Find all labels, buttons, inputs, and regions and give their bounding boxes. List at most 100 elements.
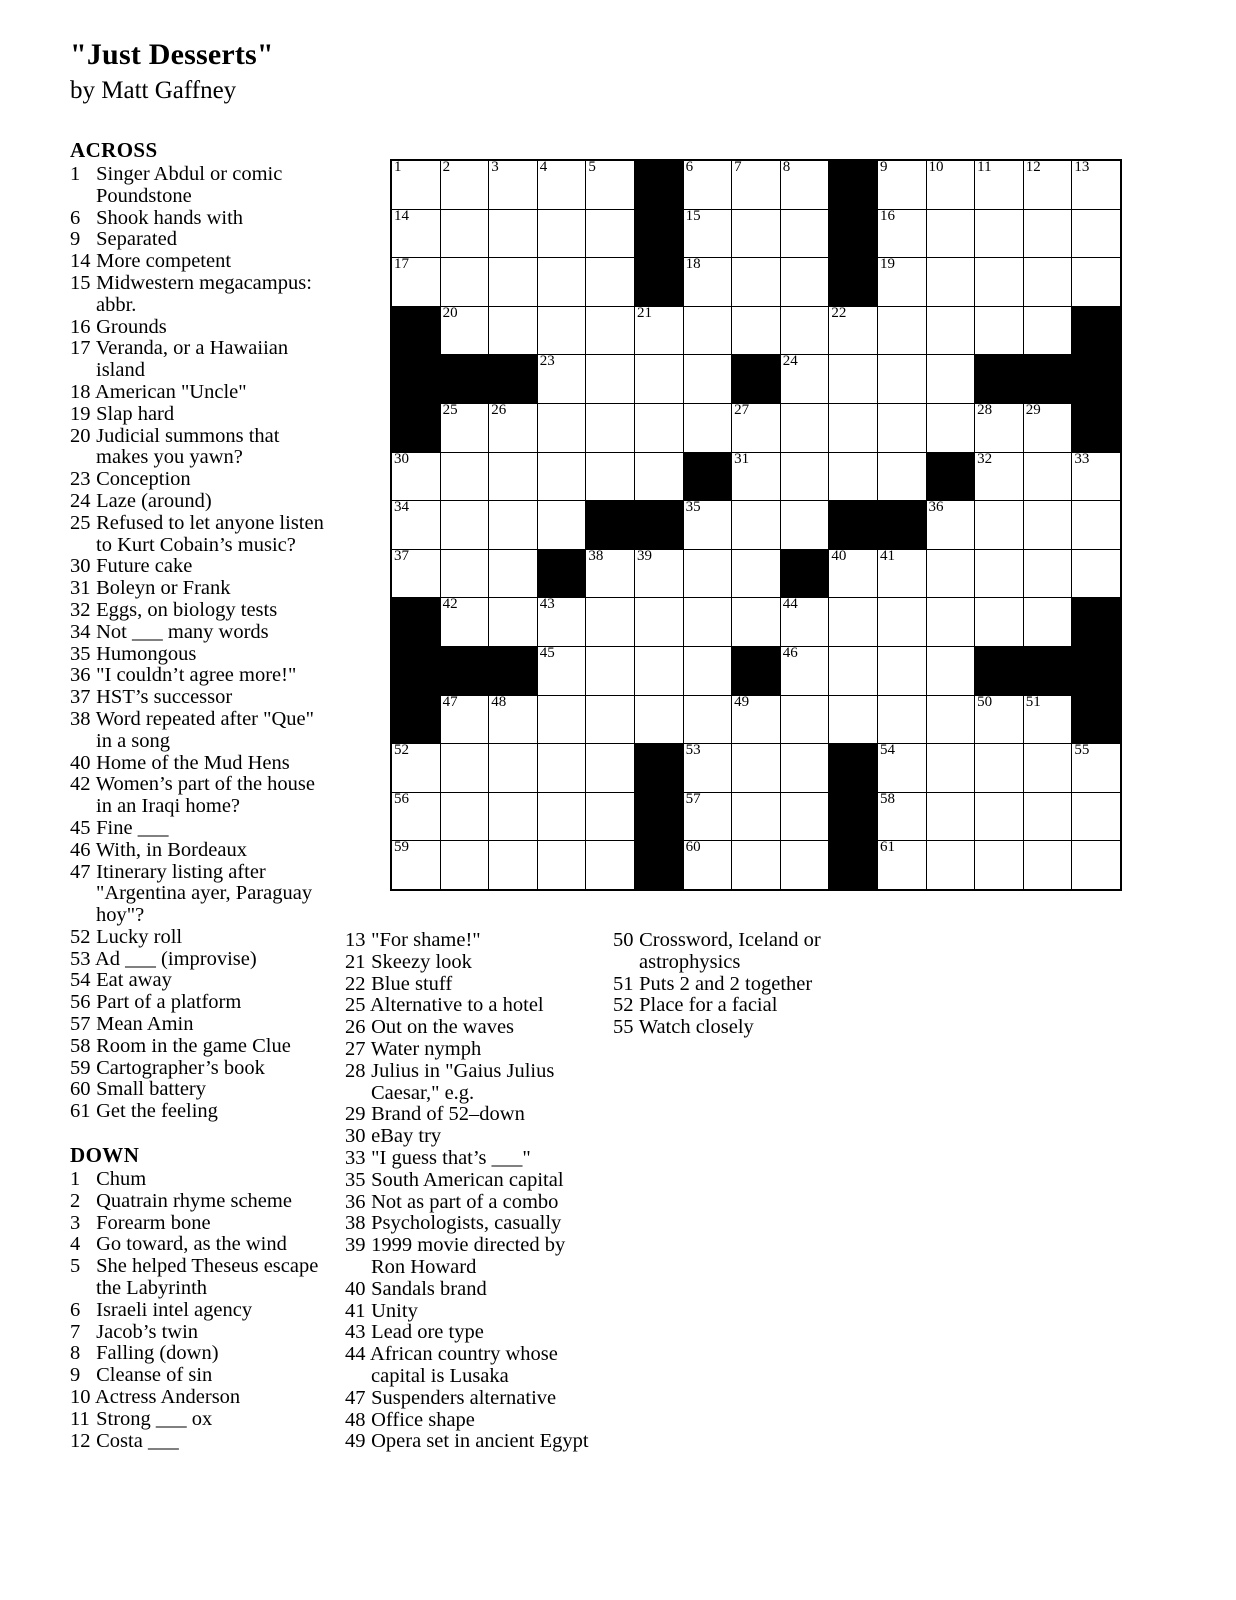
- grid-cell[interactable]: [439, 743, 490, 793]
- grid-cell[interactable]: [439, 791, 490, 842]
- grid-cell[interactable]: 56: [390, 791, 441, 842]
- grid-cell[interactable]: 55: [1071, 742, 1122, 793]
- grid-cell[interactable]: [1022, 840, 1073, 891]
- grid-cell[interactable]: 35: [682, 499, 733, 550]
- grid-cell[interactable]: [633, 451, 684, 502]
- grid-cell[interactable]: [1071, 840, 1122, 891]
- grid-cell[interactable]: [585, 694, 635, 745]
- grid-cell[interactable]: 60: [682, 839, 733, 891]
- grid-cell[interactable]: 2: [439, 159, 490, 210]
- grid-cell[interactable]: 8: [779, 159, 830, 210]
- grid-cell[interactable]: [439, 500, 490, 550]
- grid-cell[interactable]: 17: [390, 256, 441, 307]
- grid-cell[interactable]: 52: [390, 742, 441, 793]
- grid-cell[interactable]: 44: [779, 596, 830, 647]
- grid-cell[interactable]: 13: [1071, 159, 1122, 210]
- grid-cell[interactable]: 48: [488, 694, 538, 745]
- grid-cell[interactable]: 46: [779, 645, 830, 696]
- grid-cell[interactable]: [1022, 548, 1073, 599]
- crossword-grid[interactable]: 1 2 3 4 5 6 7 8 9 10 11 12 13 14 15 16 17 18 19 20 21 22 23 24 2…: [390, 159, 1122, 891]
- grid-cell[interactable]: 61: [876, 839, 927, 891]
- grid-cell[interactable]: [974, 548, 1024, 599]
- grid-cell[interactable]: [731, 305, 781, 356]
- grid-cell[interactable]: [828, 694, 878, 745]
- grid-cell[interactable]: [925, 840, 976, 891]
- grid-cell[interactable]: [876, 354, 927, 404]
- grid-cell[interactable]: 19: [876, 256, 927, 307]
- grid-cell[interactable]: 21: [633, 305, 684, 356]
- grid-cell[interactable]: [828, 645, 878, 696]
- grid-cell[interactable]: [439, 548, 490, 599]
- grid-cell[interactable]: [925, 694, 976, 745]
- grid-cell[interactable]: [731, 257, 781, 307]
- grid-cell[interactable]: [439, 257, 490, 307]
- grid-cell[interactable]: 3: [488, 159, 538, 210]
- grid-cell[interactable]: 27: [731, 402, 781, 453]
- grid-cell[interactable]: [779, 208, 830, 259]
- grid-cell[interactable]: [682, 402, 733, 453]
- grid-cell[interactable]: 11: [974, 159, 1024, 210]
- grid-cell[interactable]: [925, 354, 976, 404]
- grid-cell[interactable]: 9: [876, 159, 927, 210]
- grid-cell[interactable]: 41: [876, 548, 927, 599]
- grid-cell[interactable]: [585, 840, 635, 891]
- grid-cell[interactable]: [974, 305, 1024, 356]
- grid-cell[interactable]: [439, 840, 490, 891]
- grid-cell[interactable]: 40: [828, 548, 878, 599]
- grid-cell[interactable]: 32: [974, 451, 1024, 502]
- grid-cell[interactable]: [974, 840, 1024, 891]
- grid-cell[interactable]: 36: [925, 499, 976, 550]
- grid-cell[interactable]: [1022, 305, 1073, 356]
- grid-cell[interactable]: [1022, 597, 1073, 647]
- grid-cell[interactable]: 42: [439, 596, 490, 647]
- grid-cell[interactable]: [974, 791, 1024, 842]
- grid-cell[interactable]: [974, 257, 1024, 307]
- grid-cell[interactable]: [779, 451, 830, 502]
- grid-cell[interactable]: [585, 743, 635, 793]
- grid-cell[interactable]: [1022, 743, 1073, 793]
- grid-cell[interactable]: [731, 840, 781, 891]
- grid-cell[interactable]: 59: [390, 839, 441, 891]
- grid-cell[interactable]: [488, 597, 538, 647]
- grid-cell[interactable]: [585, 402, 635, 453]
- grid-cell[interactable]: [488, 743, 538, 793]
- grid-cell[interactable]: [1071, 791, 1122, 842]
- grid-cell[interactable]: 18: [682, 256, 733, 307]
- grid-cell[interactable]: [536, 743, 587, 793]
- grid-cell[interactable]: [536, 257, 587, 307]
- grid-cell[interactable]: 23: [536, 353, 587, 404]
- grid-cell[interactable]: 5: [585, 159, 635, 210]
- grid-cell[interactable]: [731, 597, 781, 647]
- grid-cell[interactable]: [1022, 500, 1073, 550]
- grid-cell[interactable]: [876, 451, 927, 502]
- grid-cell[interactable]: [731, 743, 781, 793]
- grid-cell[interactable]: [682, 305, 733, 356]
- grid-cell[interactable]: [682, 548, 733, 599]
- grid-cell[interactable]: [633, 354, 684, 404]
- grid-cell[interactable]: [633, 645, 684, 696]
- grid-cell[interactable]: 25: [439, 402, 490, 453]
- grid-cell[interactable]: [488, 791, 538, 842]
- grid-cell[interactable]: 45: [536, 645, 587, 696]
- grid-cell[interactable]: [876, 402, 927, 453]
- grid-cell[interactable]: [536, 402, 587, 453]
- grid-cell[interactable]: [682, 694, 733, 745]
- grid-cell[interactable]: [682, 354, 733, 404]
- grid-cell[interactable]: 15: [682, 208, 733, 259]
- grid-cell[interactable]: [536, 694, 587, 745]
- grid-cell[interactable]: [974, 743, 1024, 793]
- grid-cell[interactable]: [731, 500, 781, 550]
- grid-cell[interactable]: [876, 694, 927, 745]
- grid-cell[interactable]: [925, 597, 976, 647]
- grid-cell[interactable]: [585, 597, 635, 647]
- grid-cell[interactable]: [925, 548, 976, 599]
- grid-cell[interactable]: [876, 645, 927, 696]
- grid-cell[interactable]: 6: [682, 159, 733, 210]
- grid-cell[interactable]: [488, 208, 538, 259]
- grid-cell[interactable]: 29: [1022, 402, 1073, 453]
- grid-cell[interactable]: [682, 645, 733, 696]
- grid-cell[interactable]: 34: [390, 499, 441, 550]
- grid-cell[interactable]: 54: [876, 742, 927, 793]
- grid-cell[interactable]: [536, 305, 587, 356]
- grid-cell[interactable]: [779, 257, 830, 307]
